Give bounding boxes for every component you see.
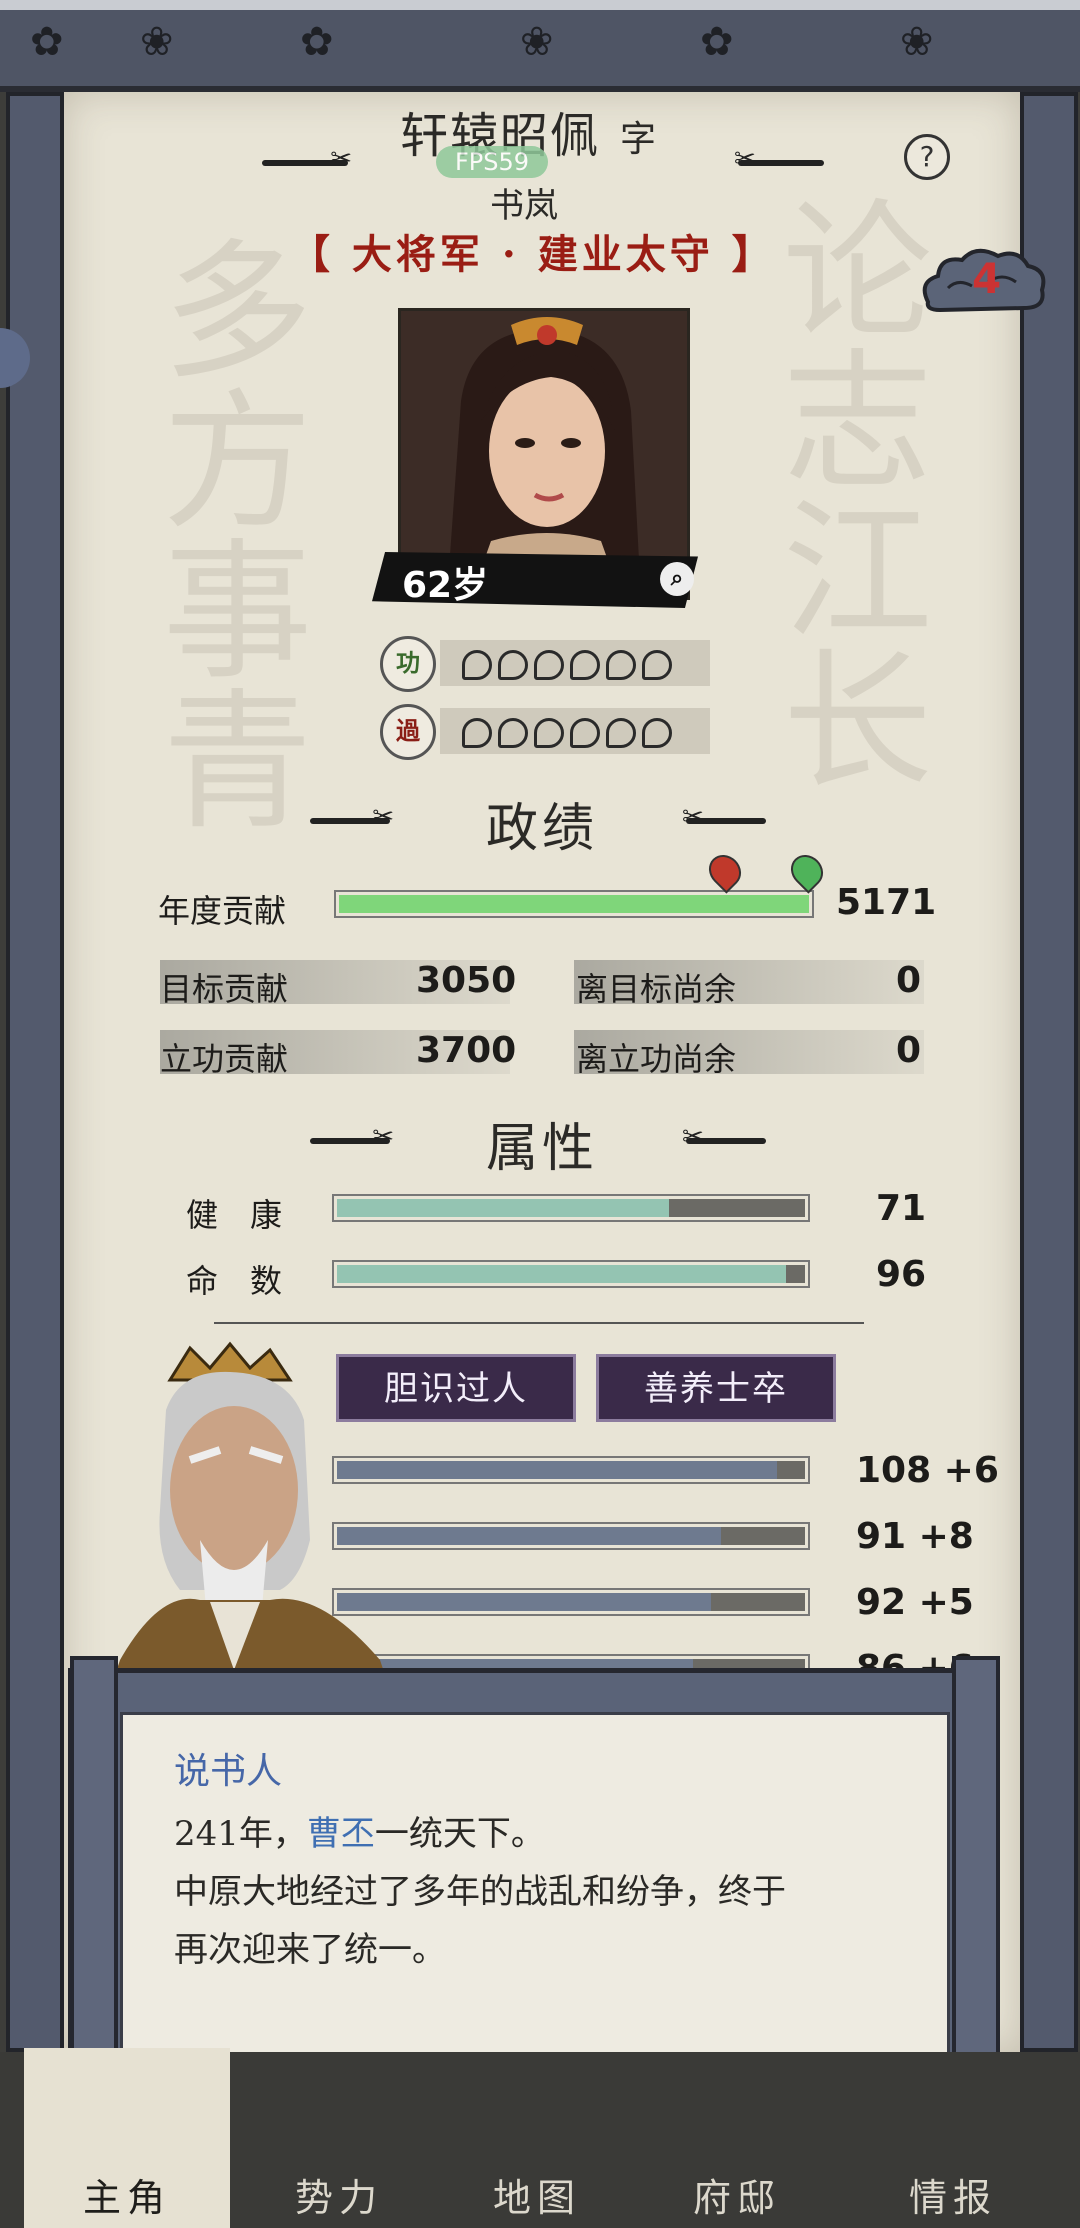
merit-dot-icon — [606, 650, 636, 680]
official-titles: 【 大将军 · 建业太守 】 — [290, 231, 776, 278]
annual-contribution-bar — [334, 890, 814, 918]
attributes-section-title: 属性 — [486, 1119, 599, 1179]
character-age: 62岁 — [402, 565, 489, 606]
flower-ornament-icon: ❀ — [140, 19, 174, 65]
dialog-speaker-name: 说书人 — [174, 1751, 283, 1792]
courtesy-name-label: 字 — [620, 119, 657, 160]
health-value: 71 — [876, 1188, 927, 1229]
fate-bar — [332, 1260, 810, 1288]
remain-merit-label: 离立功尚余 — [576, 1040, 737, 1078]
dialog-line-1-prefix: 241年， — [174, 1814, 307, 1854]
merit-seal: 功 — [380, 636, 436, 692]
needle-ornament-right — [682, 802, 766, 832]
annual-contribution-value: 5171 — [836, 882, 937, 923]
tab-label: 主角 — [82, 2176, 171, 2220]
fate-value: 96 — [876, 1254, 927, 1295]
remain-target-label: 离目标尚余 — [576, 970, 737, 1008]
help-button[interactable]: ? — [904, 134, 950, 180]
narrator-portrait — [100, 1341, 400, 1720]
flower-ornament-icon: ✿ — [700, 19, 734, 65]
target-contribution-label: 目标贡献 — [160, 970, 289, 1008]
stat-value: 108 +6 — [856, 1450, 999, 1491]
cloud-badge-count: 4 — [972, 254, 1002, 303]
tab-label: 府邸 — [692, 2176, 781, 2220]
needle-ornament-right — [682, 1122, 766, 1152]
demerit-dot-icon — [606, 718, 636, 748]
tab-mansion[interactable]: 府邸 — [634, 2048, 840, 2228]
background-calligraphy: 论志江长 — [757, 192, 931, 792]
target-contribution-value: 3050 — [416, 960, 517, 1001]
demerit-seal: 過 — [380, 704, 436, 760]
tab-protagonist[interactable]: 主角 — [24, 2048, 230, 2228]
tab-faction[interactable]: 势力 — [236, 2048, 442, 2228]
merit-dot-icon — [642, 650, 672, 680]
merit-dot-icon — [534, 650, 564, 680]
annual-contribution-fill — [339, 895, 809, 913]
zoom-portrait-icon[interactable]: ⌕ — [660, 562, 694, 596]
dialog-line-1-suffix: 一统天下。 — [374, 1814, 545, 1854]
health-bar — [332, 1194, 810, 1222]
dialog-line-3: 再次迎来了统一。 — [174, 1930, 446, 1970]
needle-ornament-right — [734, 144, 824, 174]
demerit-dot-icon — [570, 718, 600, 748]
trait-button-troop-care[interactable]: 善养士卒 — [596, 1354, 836, 1422]
merit-dot-icon — [462, 650, 492, 680]
left-scroll-rail — [6, 92, 64, 2052]
merit-contribution-label: 立功贡献 — [160, 1040, 289, 1078]
flower-ornament-icon: ❀ — [520, 19, 554, 65]
dialog-line-1: 241年，曹丕一统天下。 — [174, 1806, 545, 1855]
tab-label: 地图 — [492, 2176, 581, 2220]
demerit-dot-icon — [534, 718, 564, 748]
demerit-dot-icon — [642, 718, 672, 748]
needle-ornament-left — [310, 802, 394, 832]
tab-label: 情报 — [908, 2176, 997, 2220]
needle-ornament-left — [310, 1122, 394, 1152]
demerit-dot-icon — [498, 718, 528, 748]
remain-target-value: 0 — [896, 960, 922, 1001]
flower-ornament-icon: ✿ — [30, 19, 64, 65]
dialog-highlight-name[interactable]: 曹丕 — [307, 1814, 375, 1854]
fate-fill — [337, 1265, 787, 1283]
background-calligraphy: 多方事青 — [137, 232, 311, 832]
attributes-divider — [214, 1322, 864, 1324]
fps-counter: FPS59 — [436, 146, 548, 178]
flower-ornament-icon: ❀ — [900, 19, 934, 65]
dialog-line-2: 中原大地经过了多年的战乱和纷争，终于 — [174, 1872, 786, 1912]
merit-contribution-value: 3700 — [416, 1030, 517, 1071]
remain-merit-value: 0 — [896, 1030, 922, 1071]
merit-dot-icon — [570, 650, 600, 680]
tab-intelligence[interactable]: 情报 — [850, 2048, 1056, 2228]
annual-contribution-label: 年度贡献 — [158, 892, 287, 930]
performance-section-title: 政绩 — [486, 799, 599, 859]
right-scroll-rail — [1020, 92, 1078, 2052]
stat-value: 92 +5 — [856, 1582, 974, 1623]
tab-map[interactable]: 地图 — [434, 2048, 640, 2228]
tab-label: 势力 — [294, 2176, 383, 2220]
health-label: 健 康 — [186, 1196, 283, 1234]
stat-value: 91 +8 — [856, 1516, 974, 1557]
health-fill — [337, 1199, 670, 1217]
fate-label: 命 数 — [186, 1262, 283, 1300]
needle-ornament-left — [262, 144, 352, 174]
top-scroll-rod: ✿ ❀ ✿ ❀ ✿ ❀ — [0, 0, 1080, 92]
courtesy-name: 书岚 — [490, 186, 558, 226]
merit-dot-icon — [498, 650, 528, 680]
flower-ornament-icon: ✿ — [300, 19, 334, 65]
demerit-dot-icon — [462, 718, 492, 748]
